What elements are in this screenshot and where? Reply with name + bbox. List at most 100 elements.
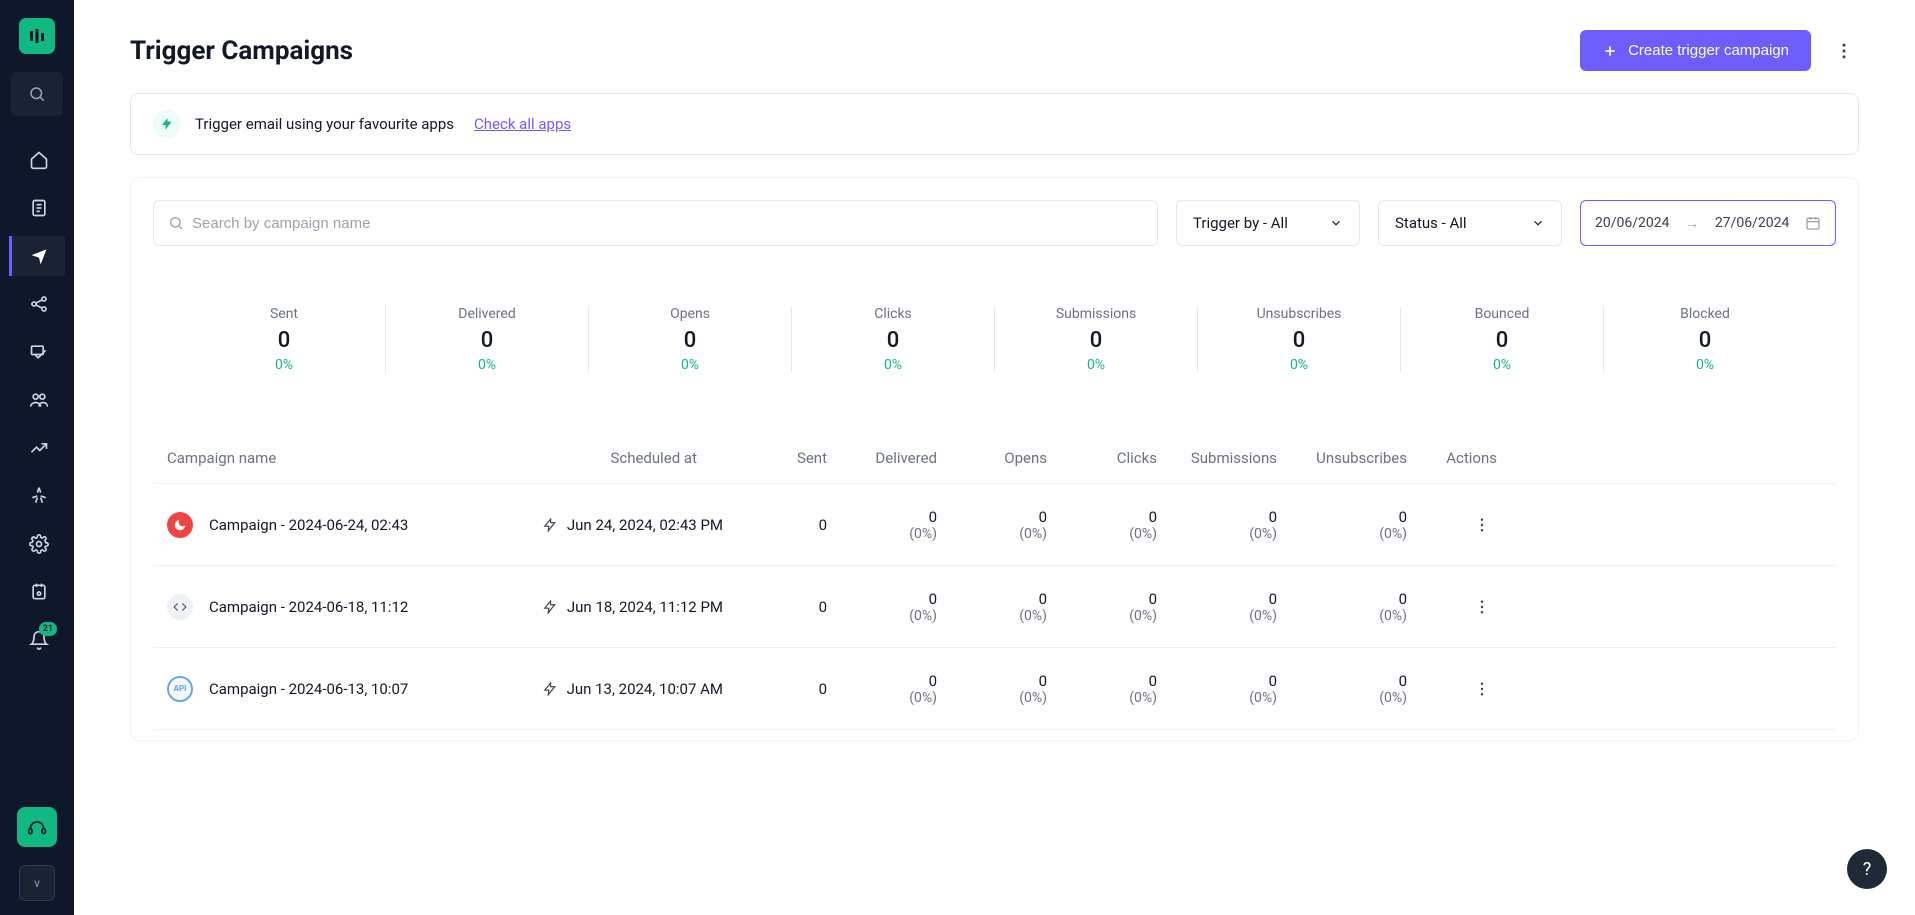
stat-value: 0	[1612, 328, 1798, 353]
nav-notifications[interactable]: 21	[9, 620, 65, 660]
nav-analytics[interactable]	[9, 428, 65, 468]
bolt-icon	[543, 682, 557, 696]
row-more-button[interactable]	[1467, 674, 1497, 704]
campaign-search[interactable]	[153, 200, 1158, 246]
stat-value: 0	[1003, 328, 1189, 353]
scheduled-value: Jun 24, 2024, 02:43 PM	[567, 516, 723, 534]
th-delivered: Delivered	[827, 449, 937, 467]
stat-card: Clicks 0 0%	[792, 306, 995, 373]
metric-cell: 0(0%)	[827, 590, 937, 624]
stat-percent: 0%	[597, 357, 783, 373]
campaign-name: Campaign - 2024-06-18, 11:12	[209, 598, 408, 616]
metric-cell: 0(0%)	[1047, 508, 1157, 542]
sidebar: 21 v	[0, 0, 74, 915]
app-trigger-banner: Trigger email using your favourite apps …	[130, 93, 1859, 155]
stat-percent: 0%	[1409, 357, 1595, 373]
nav-forms[interactable]	[9, 188, 65, 228]
search-icon	[168, 215, 184, 231]
stat-label: Clicks	[800, 306, 986, 322]
create-trigger-campaign-button[interactable]: Create trigger campaign	[1580, 30, 1811, 71]
nav-automation[interactable]	[9, 476, 65, 516]
filters-row: Trigger by - All Status - All 20/06/2024…	[153, 200, 1836, 246]
nav-home[interactable]	[9, 140, 65, 180]
metric-cell: 0(0%)	[1047, 590, 1157, 624]
scheduled-cell: Jun 18, 2024, 11:12 PM	[527, 598, 727, 616]
scheduled-cell: Jun 24, 2024, 02:43 PM	[527, 516, 727, 534]
trigger-by-select[interactable]: Trigger by - All	[1176, 200, 1360, 246]
campaign-source-icon	[167, 512, 193, 538]
chevron-down-icon	[1531, 216, 1545, 230]
th-clicks: Clicks	[1047, 449, 1157, 467]
th-submissions: Submissions	[1157, 449, 1277, 467]
table-body: Campaign - 2024-06-24, 02:43 Jun 24, 202…	[153, 484, 1836, 730]
table-row[interactable]: Campaign - 2024-06-24, 02:43 Jun 24, 202…	[153, 484, 1836, 566]
user-avatar[interactable]: v	[19, 865, 55, 901]
header-more-button[interactable]	[1829, 36, 1859, 66]
help-button[interactable]: ?	[1847, 849, 1887, 889]
stat-label: Delivered	[394, 306, 580, 322]
metric-cell: 0(0%)	[827, 508, 937, 542]
bolt-icon	[543, 600, 557, 614]
stat-label: Unsubscribes	[1206, 306, 1392, 322]
sent-cell: 0	[727, 516, 827, 534]
stat-card: Unsubscribes 0 0%	[1198, 306, 1401, 373]
stat-value: 0	[800, 328, 986, 353]
create-button-label: Create trigger campaign	[1628, 42, 1789, 59]
stat-card: Submissions 0 0%	[995, 306, 1198, 373]
campaign-source-icon	[167, 594, 193, 620]
app-logo[interactable]	[19, 18, 55, 54]
bolt-icon	[153, 110, 181, 138]
trigger-by-value: Trigger by - All	[1193, 214, 1288, 232]
nav-settings[interactable]	[9, 524, 65, 564]
stat-percent: 0%	[191, 357, 377, 373]
stats-row: Sent 0 0% Delivered 0 0% Opens 0 0% Clic…	[183, 306, 1806, 373]
metric-cell: 0(0%)	[1277, 508, 1407, 542]
stat-value: 0	[597, 328, 783, 353]
metric-cell: 0(0%)	[937, 508, 1047, 542]
campaigns-panel: Trigger by - All Status - All 20/06/2024…	[130, 177, 1859, 741]
page-title: Trigger Campaigns	[130, 36, 353, 66]
header-actions: Create trigger campaign	[1580, 30, 1859, 71]
stat-label: Submissions	[1003, 306, 1189, 322]
nav-integrations[interactable]	[9, 572, 65, 612]
metric-cell: 0(0%)	[1157, 590, 1277, 624]
stat-label: Bounced	[1409, 306, 1595, 322]
page-header: Trigger Campaigns Create trigger campaig…	[130, 30, 1859, 71]
row-more-button[interactable]	[1467, 510, 1497, 540]
plus-icon	[1602, 43, 1618, 59]
th-opens: Opens	[937, 449, 1047, 467]
nav-share[interactable]	[9, 284, 65, 324]
row-actions	[1407, 510, 1497, 540]
sidebar-nav: 21	[0, 140, 74, 660]
metric-cell: 0(0%)	[827, 672, 937, 706]
campaign-name: Campaign - 2024-06-13, 10:07	[209, 680, 408, 698]
table-header: Campaign name Scheduled at Sent Delivere…	[153, 433, 1836, 484]
check-all-apps-link[interactable]: Check all apps	[474, 115, 571, 133]
date-range-picker[interactable]: 20/06/2024 → 27/06/2024	[1580, 200, 1836, 246]
date-to: 27/06/2024	[1715, 215, 1790, 231]
stat-percent: 0%	[1003, 357, 1189, 373]
main-content: Trigger Campaigns Create trigger campaig…	[74, 0, 1915, 915]
scheduled-value: Jun 13, 2024, 10:07 AM	[567, 680, 723, 698]
campaign-name-cell: API Campaign - 2024-06-13, 10:07	[167, 676, 527, 702]
support-button[interactable]	[17, 807, 57, 847]
nav-contacts[interactable]	[9, 380, 65, 420]
stat-value: 0	[191, 328, 377, 353]
campaign-name: Campaign - 2024-06-24, 02:43	[209, 516, 408, 534]
notification-badge: 21	[39, 622, 57, 636]
nav-campaigns[interactable]	[9, 236, 65, 276]
table-row[interactable]: API Campaign - 2024-06-13, 10:07 Jun 13,…	[153, 648, 1836, 730]
campaign-search-input[interactable]	[192, 215, 1143, 232]
metric-cell: 0(0%)	[937, 590, 1047, 624]
campaign-name-cell: Campaign - 2024-06-24, 02:43	[167, 512, 527, 538]
th-actions: Actions	[1407, 449, 1497, 467]
status-select[interactable]: Status - All	[1378, 200, 1562, 246]
row-more-button[interactable]	[1467, 592, 1497, 622]
stat-percent: 0%	[394, 357, 580, 373]
table-row[interactable]: Campaign - 2024-06-18, 11:12 Jun 18, 202…	[153, 566, 1836, 648]
status-value: Status - All	[1395, 214, 1467, 232]
nav-templates[interactable]	[9, 332, 65, 372]
stat-card: Opens 0 0%	[589, 306, 792, 373]
sidebar-search[interactable]	[11, 72, 63, 116]
metric-cell: 0(0%)	[1277, 672, 1407, 706]
